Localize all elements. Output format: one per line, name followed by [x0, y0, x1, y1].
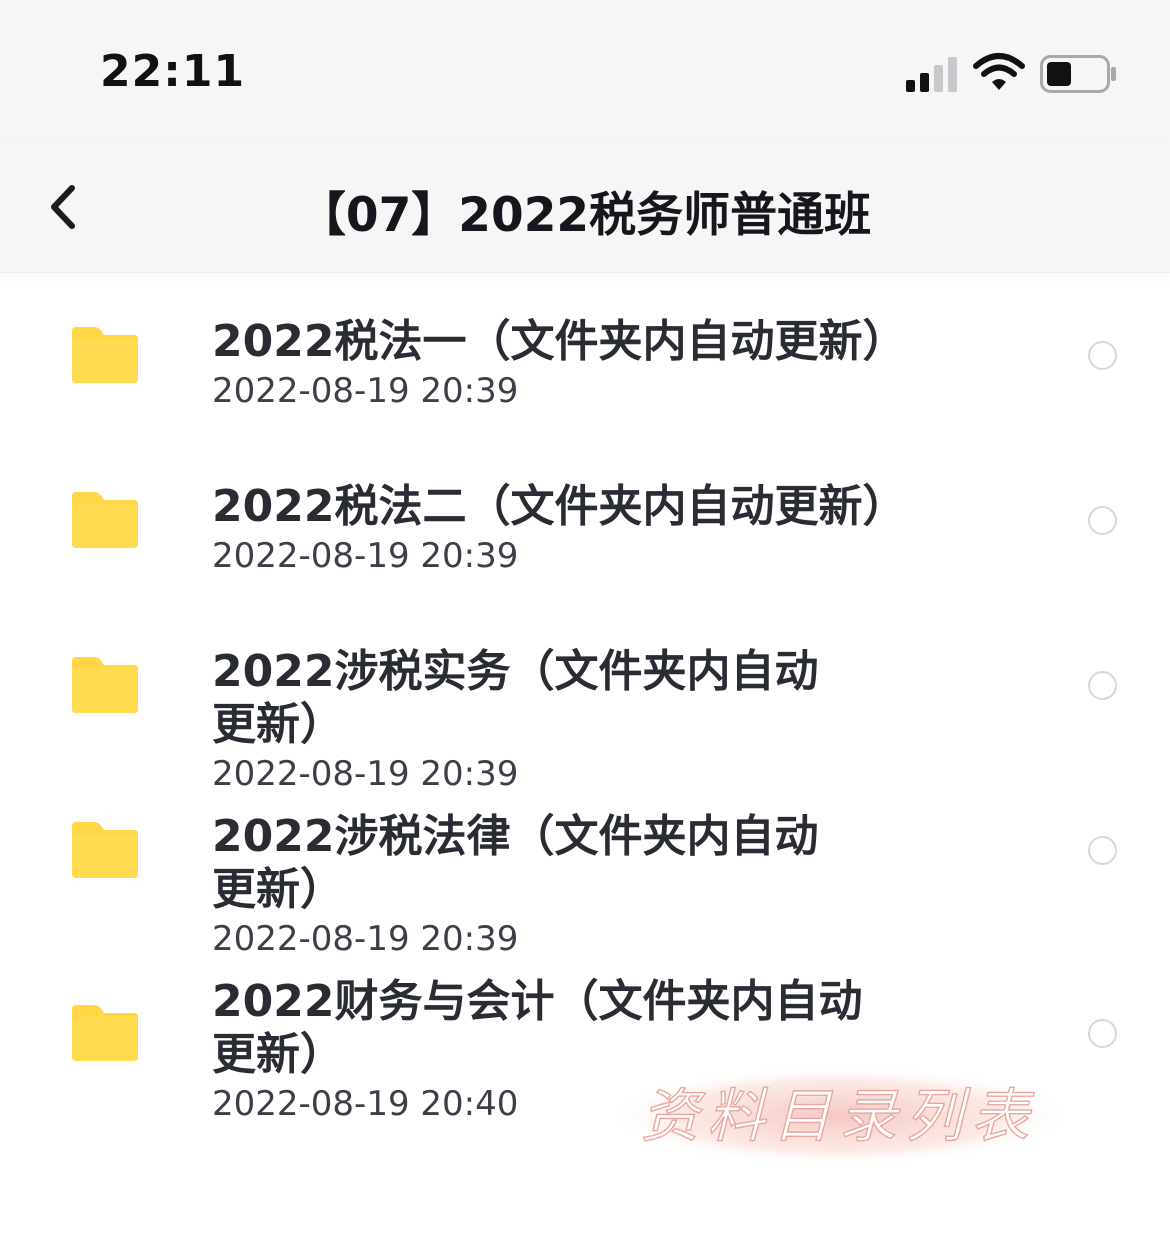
folder-icon [72, 657, 138, 713]
watermark-text: 资料目录列表 [641, 1082, 1037, 1150]
battery-icon [1040, 55, 1116, 93]
select-radio[interactable] [1088, 836, 1117, 865]
folder-name: 2022税法二（文件夹内自动更新） [212, 481, 907, 532]
folder-icon [72, 327, 138, 383]
select-radio[interactable] [1088, 1019, 1117, 1048]
folder-icon [72, 492, 138, 548]
chevron-left-icon [51, 185, 75, 229]
watermark-stamp: 资料目录列表 [607, 1066, 1071, 1166]
folder-date: 2022-08-19 20:39 [212, 536, 519, 576]
folder-item[interactable]: 2022税法一（文件夹内自动更新） 2022-08-19 20:39 [0, 273, 1170, 438]
status-bar: 22:11 [0, 0, 1170, 140]
page-title: 【07】2022税务师普通班 [298, 188, 872, 243]
folder-name: 2022涉税实务（文件夹内自动更新） [212, 646, 819, 750]
folder-item[interactable]: 2022涉税实务（文件夹内自动更新） 2022-08-19 20:39 [0, 603, 1170, 794]
select-radio[interactable] [1088, 341, 1117, 370]
folder-date: 2022-08-19 20:39 [212, 371, 519, 411]
select-radio[interactable] [1088, 506, 1117, 535]
signal-icon [906, 57, 957, 92]
select-radio[interactable] [1088, 671, 1117, 700]
folder-name: 2022涉税法律（文件夹内自动更新） [212, 811, 819, 915]
folder-icon [72, 1005, 138, 1061]
folder-item[interactable]: 2022涉税法律（文件夹内自动更新） 2022-08-19 20:39 [0, 768, 1170, 959]
back-button[interactable] [36, 180, 90, 234]
folder-item[interactable]: 2022税法二（文件夹内自动更新） 2022-08-19 20:39 [0, 438, 1170, 603]
navigation-bar: 【07】2022税务师普通班 [0, 140, 1170, 273]
folder-name: 2022税法一（文件夹内自动更新） [212, 316, 907, 367]
folder-icon [72, 822, 138, 878]
status-time: 22:11 [100, 46, 246, 97]
wifi-icon [973, 53, 1025, 90]
